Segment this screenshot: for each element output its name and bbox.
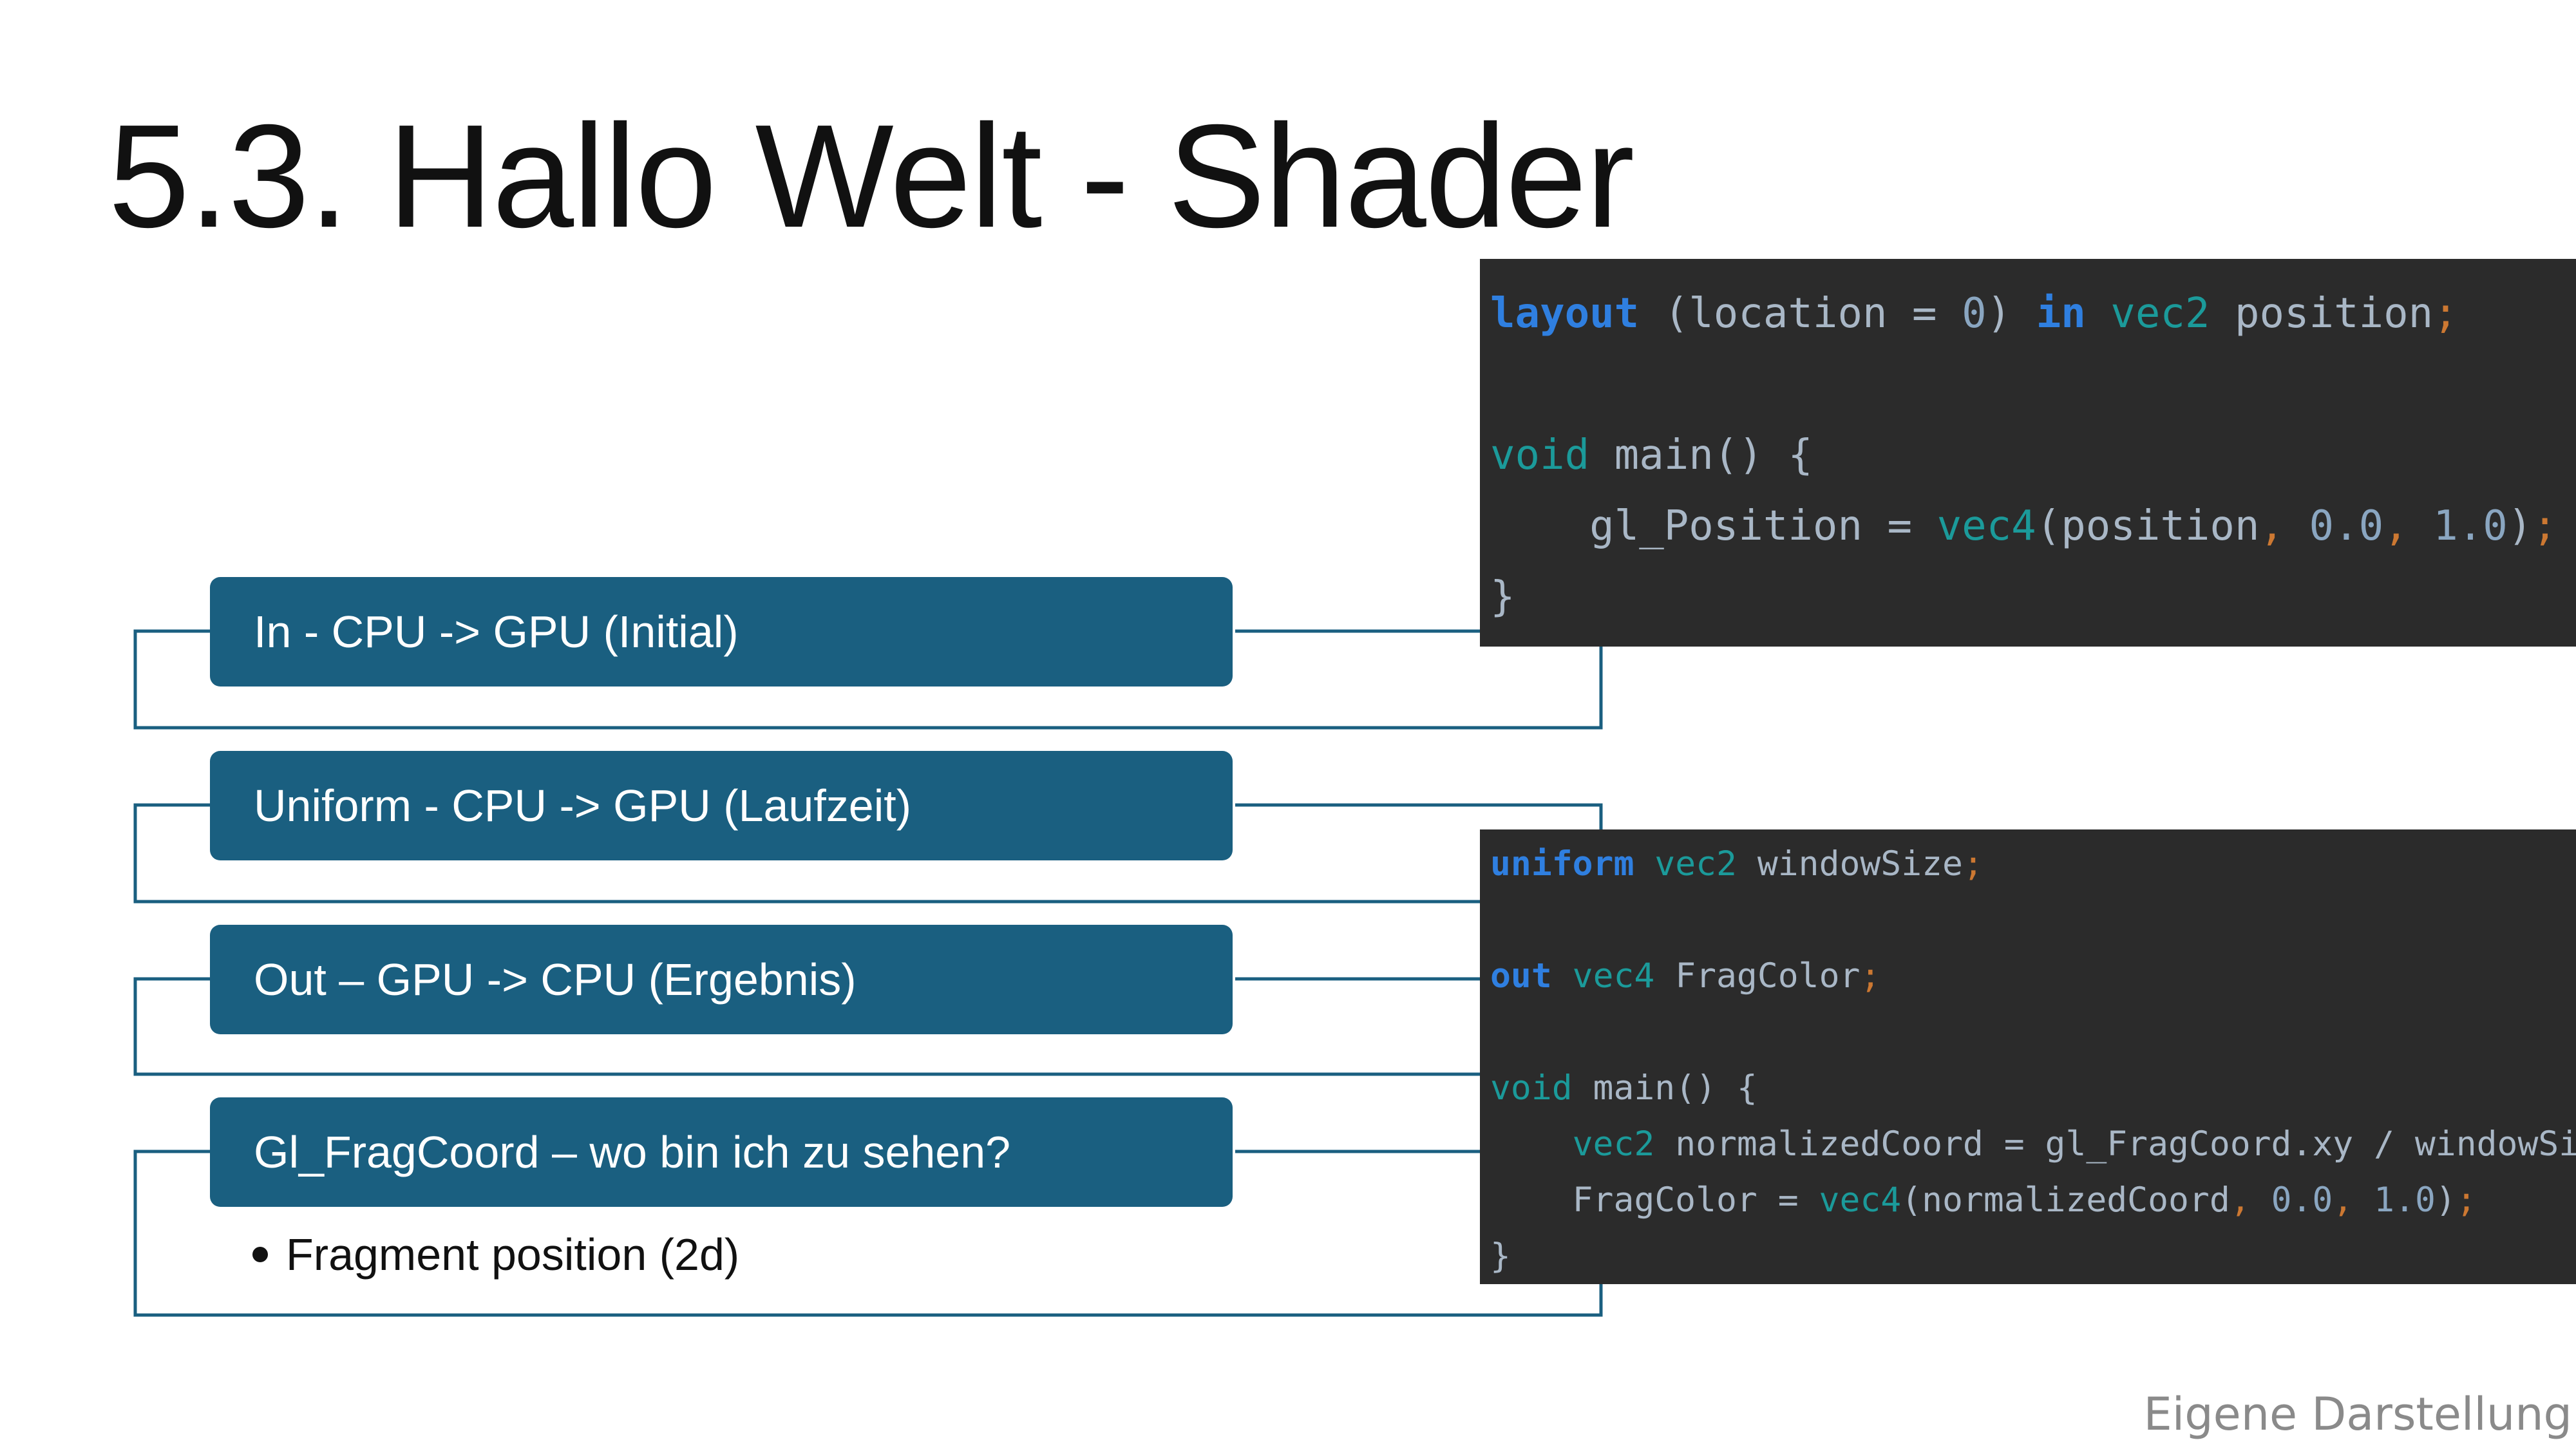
code-token: } — [1490, 573, 1515, 621]
list-item-label: Gl_FragCoord – wo bin ich zu sehen? — [254, 1127, 1011, 1177]
code-token: in — [2036, 290, 2086, 337]
code-line: vec2 normalizedCoord = gl_FragCoord.xy /… — [1490, 1116, 2576, 1172]
list-item-label: Uniform - CPU -> GPU (Laufzeit) — [254, 781, 912, 831]
bullet-item: Fragment position (2d) — [252, 1229, 739, 1280]
list-item-fragcoord: Gl_FragCoord – wo bin ich zu sehen? — [210, 1097, 1233, 1207]
code-token: (position — [2036, 502, 2260, 550]
code-token: 0.0 — [2250, 1180, 2333, 1220]
code-token: gl_Position = — [1490, 502, 1937, 550]
code-token: (normalizedCoord — [1901, 1180, 2230, 1220]
code-token: uniform — [1490, 844, 1634, 884]
code-line: FragColor = vec4(normalizedCoord, 0.0, 1… — [1490, 1172, 2576, 1228]
code-line: out vec4 FragColor; — [1490, 948, 2576, 1004]
code-token: 0.0 — [2284, 502, 2384, 550]
code-line: void main() { — [1490, 420, 2576, 491]
code-token: ; — [2433, 290, 2458, 337]
list-item-out: Out – GPU -> CPU (Ergebnis) — [210, 925, 1233, 1034]
code-token: vec4 — [1819, 1180, 1902, 1220]
code-line: layout (location = 0) in vec2 position; — [1490, 278, 2576, 349]
code-line: } — [1490, 1228, 2576, 1284]
code-token: 1.0 — [2408, 502, 2508, 550]
code-token: , — [2230, 1180, 2251, 1220]
code-token: ) — [1986, 290, 2036, 337]
code-token: main() { — [1572, 1068, 1757, 1108]
list-item-uniform: Uniform - CPU -> GPU (Laufzeit) — [210, 751, 1233, 860]
code-token: 1.0 — [2353, 1180, 2436, 1220]
code-token: vec2 — [1572, 1124, 1655, 1164]
code-token: } — [1490, 1236, 1511, 1276]
list-item-in: In - CPU -> GPU (Initial) — [210, 577, 1233, 687]
code-token: void — [1490, 1068, 1573, 1108]
code-token: ) — [2435, 1180, 2456, 1220]
bullet-text: Fragment position (2d) — [286, 1229, 740, 1280]
code-token: normalizedCoord = gl_FragCoord.xy / wind… — [1654, 1124, 2576, 1164]
code-token: out — [1490, 956, 1552, 996]
code-token: (location = — [1639, 290, 1962, 337]
code-line: } — [1490, 562, 2576, 632]
code-token: , — [2333, 1180, 2354, 1220]
code-token: FragColor — [1654, 956, 1861, 996]
code-token: ; — [1962, 844, 1984, 884]
code-token: void — [1490, 431, 1590, 479]
code-token: vec2 — [1654, 844, 1737, 884]
source-caption: Eigene Darstellung — [2143, 1388, 2572, 1441]
bullet-dot-icon — [252, 1246, 268, 1262]
code-token: vec4 — [1937, 502, 2036, 550]
code-token: vec4 — [1572, 956, 1655, 996]
code-token: layout — [1490, 290, 1640, 337]
vertex-shader-code: layout (location = 0) in vec2 position; … — [1480, 259, 2576, 647]
code-token: 0 — [1962, 290, 1987, 337]
list-item-label: Out – GPU -> CPU (Ergebnis) — [254, 954, 857, 1005]
list-item-label: In - CPU -> GPU (Initial) — [254, 607, 739, 657]
code-token: , — [2259, 502, 2284, 550]
code-token: ; — [2456, 1180, 2477, 1220]
connector-item-2 — [1235, 803, 1603, 829]
fragment-shader-code: uniform vec2 windowSize; out vec4 FragCo… — [1480, 829, 2576, 1284]
code-token: position — [2210, 290, 2434, 337]
code-token: vec2 — [2110, 290, 2210, 337]
code-token: main() { — [1589, 431, 1813, 479]
code-token: windowSize — [1736, 844, 1963, 884]
code-token: ; — [1860, 956, 1881, 996]
code-token: ) — [2507, 502, 2533, 550]
code-token: FragColor = — [1490, 1180, 1819, 1220]
code-line: void main() { — [1490, 1060, 2576, 1116]
code-line: uniform vec2 windowSize; — [1490, 836, 2576, 892]
code-token: , — [2383, 502, 2409, 550]
code-line: gl_Position = vec4(position, 0.0, 1.0); — [1490, 491, 2576, 562]
code-token: ; — [2532, 502, 2557, 550]
